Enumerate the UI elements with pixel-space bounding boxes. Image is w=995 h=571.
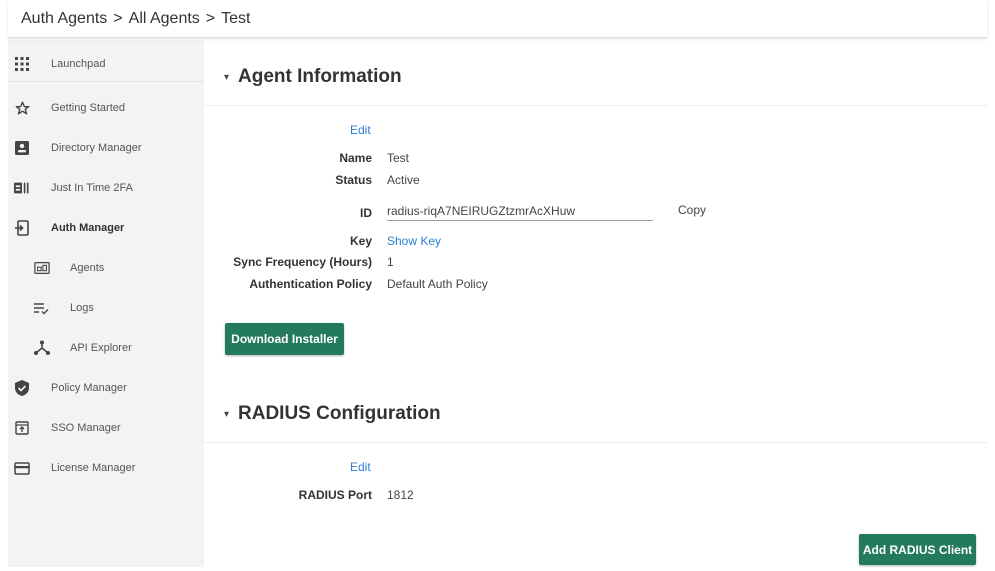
breadcrumb-separator: >	[205, 9, 216, 27]
radius-config-header[interactable]: ▾ RADIUS Configuration	[224, 403, 441, 425]
sidebar-item-license-manager[interactable]: License Manager	[8, 450, 204, 486]
sidebar-item-label: SSO Manager	[51, 422, 121, 434]
id-badge-icon	[14, 180, 30, 196]
sidebar: Launchpad Getting Started Directory Mana…	[8, 40, 204, 567]
card-icon	[14, 460, 30, 476]
sidebar-item-just-in-time-2fa[interactable]: Just In Time 2FA	[8, 170, 204, 206]
page: Auth Agents > All Agents > Test Launchpa…	[0, 0, 995, 571]
list-check-icon	[34, 300, 50, 316]
contact-card-icon	[14, 140, 30, 156]
sidebar-item-label: Directory Manager	[51, 142, 142, 154]
field-label: Sync Frequency (Hours)	[233, 255, 372, 269]
sidebar-item-directory-manager[interactable]: Directory Manager	[8, 130, 204, 166]
breadcrumb-separator: >	[113, 9, 123, 27]
breadcrumb: Auth Agents > All Agents > Test	[8, 0, 987, 38]
network-icon	[34, 340, 50, 356]
sidebar-item-sso-manager[interactable]: SSO Manager	[8, 410, 204, 446]
divider	[204, 105, 987, 106]
divider	[204, 442, 987, 443]
breadcrumb-auth-agents[interactable]: Auth Agents	[21, 10, 107, 28]
star-icon	[14, 100, 30, 116]
agent-status-value: Active	[387, 173, 420, 187]
agents-icon	[34, 260, 50, 276]
radius-port-value: 1812	[387, 488, 414, 502]
sidebar-item-label: Launchpad	[51, 57, 106, 70]
sidebar-item-getting-started[interactable]: Getting Started	[8, 90, 204, 126]
field-label: RADIUS Port	[298, 488, 372, 502]
field-label: Status	[335, 173, 372, 187]
sidebar-item-agents[interactable]: Agents	[8, 250, 204, 286]
field-label: Key	[349, 234, 372, 248]
add-radius-client-button[interactable]: Add RADIUS Client	[859, 534, 976, 565]
main-content: ▾ Agent Information Edit Name Test Statu…	[204, 40, 987, 567]
sidebar-item-label: Just In Time 2FA	[51, 182, 133, 194]
sidebar-item-label: Logs	[70, 302, 94, 314]
show-key-link[interactable]: Show Key	[387, 234, 441, 248]
copy-button[interactable]: Copy	[678, 203, 706, 217]
agent-id-field[interactable]	[387, 201, 653, 221]
agent-info-header[interactable]: ▾ Agent Information	[224, 66, 402, 88]
breadcrumb-all-agents[interactable]: All Agents	[129, 10, 200, 28]
section-title: RADIUS Configuration	[238, 403, 441, 424]
field-label: Name	[339, 151, 372, 165]
sidebar-item-api-explorer[interactable]: API Explorer	[8, 330, 204, 366]
edit-agent-link[interactable]: Edit	[350, 123, 371, 137]
caret-down-icon[interactable]: ▾	[224, 409, 238, 420]
edit-radius-link[interactable]: Edit	[350, 460, 371, 474]
sidebar-item-launchpad[interactable]: Launchpad	[8, 46, 204, 82]
window-login-icon	[14, 420, 30, 436]
field-label: ID	[360, 206, 372, 220]
sidebar-item-label: Policy Manager	[51, 382, 127, 394]
shield-check-icon	[14, 380, 30, 396]
download-installer-button[interactable]: Download Installer	[225, 323, 344, 355]
sidebar-item-label: Getting Started	[51, 102, 125, 114]
auth-policy-value: Default Auth Policy	[387, 277, 488, 291]
grid-icon	[14, 56, 30, 72]
caret-down-icon[interactable]: ▾	[224, 72, 238, 83]
field-label: Authentication Policy	[249, 277, 372, 291]
sidebar-item-label: Auth Manager	[51, 222, 125, 234]
sync-frequency-value: 1	[387, 255, 394, 269]
sidebar-item-policy-manager[interactable]: Policy Manager	[8, 370, 204, 406]
breadcrumb-current: Test	[221, 9, 251, 27]
login-door-icon	[14, 220, 30, 236]
section-title: Agent Information	[238, 66, 402, 87]
agent-name-value: Test	[387, 151, 410, 165]
sidebar-item-auth-manager[interactable]: Auth Manager	[8, 210, 204, 246]
sidebar-item-label: API Explorer	[70, 342, 132, 354]
sidebar-item-label: Agents	[70, 262, 105, 274]
sidebar-item-logs[interactable]: Logs	[8, 290, 204, 326]
sidebar-item-label: License Manager	[51, 462, 136, 474]
